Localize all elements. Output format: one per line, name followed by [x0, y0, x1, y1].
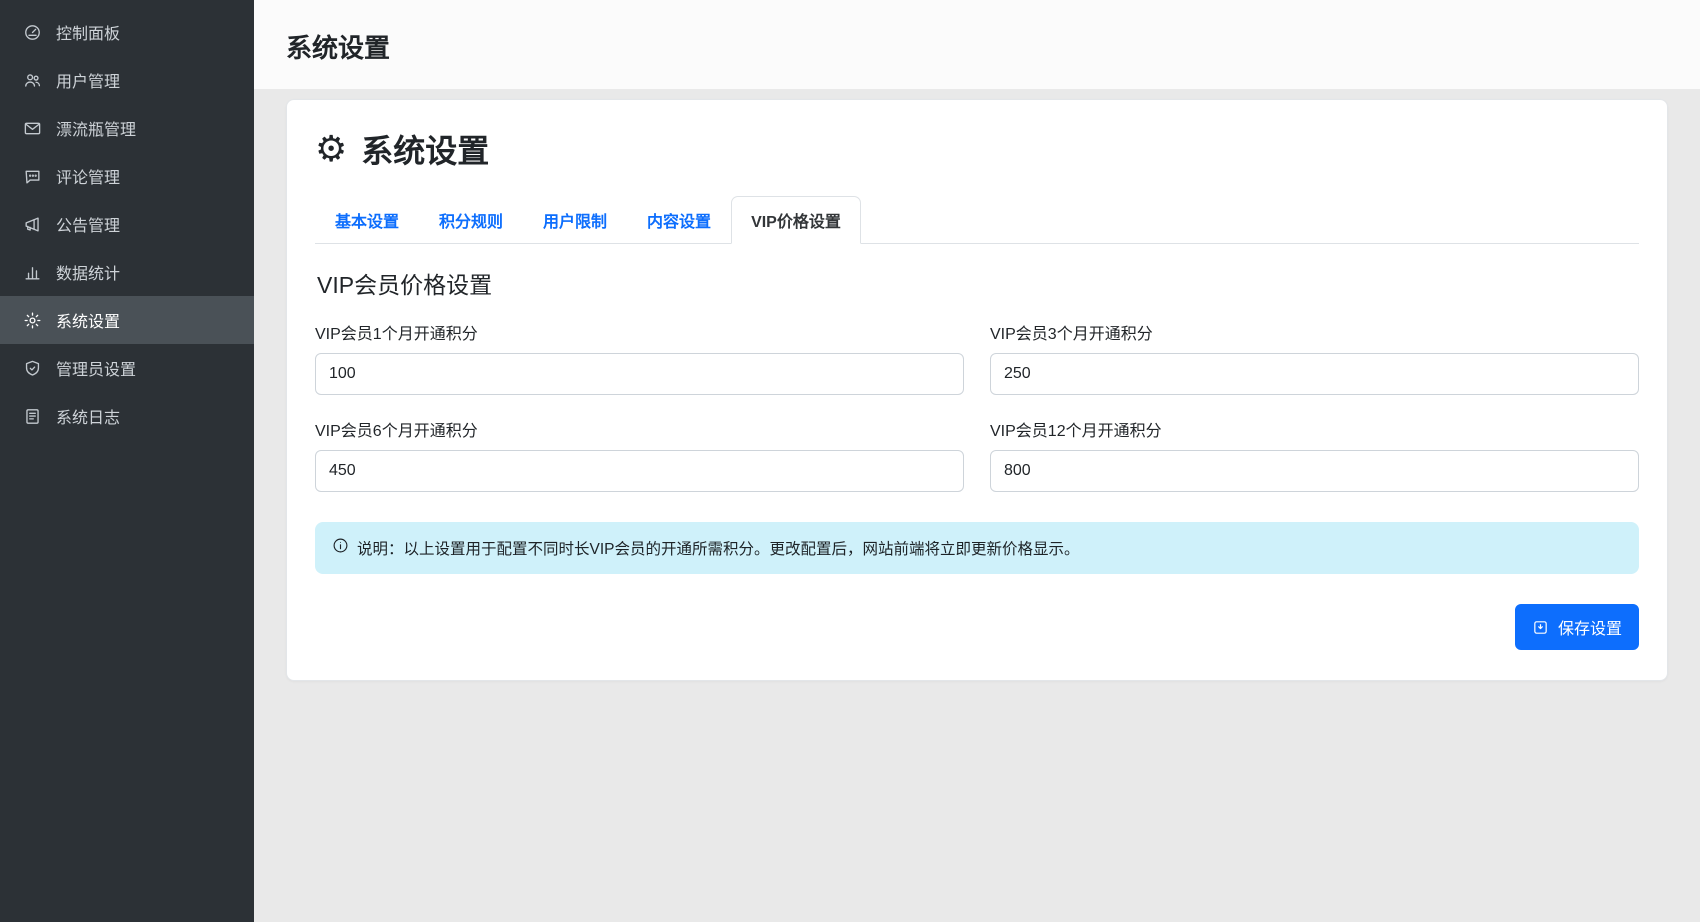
section-title: VIP会员价格设置 [317, 266, 1639, 300]
field-vip-6-month: VIP会员6个月开通积分 [315, 417, 964, 492]
gear-icon [22, 310, 42, 330]
save-button-label: 保存设置 [1558, 615, 1622, 639]
field-label: VIP会员6个月开通积分 [315, 417, 964, 441]
tab-basic-settings[interactable]: 基本设置 [315, 196, 419, 244]
content-area: ⚙ 系统设置 基本设置 积分规则 用户限制 内容设置 VIP价格设置 VIP会员… [254, 89, 1700, 922]
chart-icon [22, 262, 42, 282]
sidebar-item-comments[interactable]: 评论管理 [0, 152, 254, 200]
field-vip-12-month: VIP会员12个月开通积分 [990, 417, 1639, 492]
tab-content-settings[interactable]: 内容设置 [627, 196, 731, 244]
sidebar-item-bottles[interactable]: 漂流瓶管理 [0, 104, 254, 152]
sidebar-item-label: 控制面板 [56, 20, 120, 44]
field-label: VIP会员1个月开通积分 [315, 320, 964, 344]
topbar: 系统设置 [254, 0, 1700, 89]
field-vip-3-month: VIP会员3个月开通积分 [990, 320, 1639, 395]
sidebar-item-label: 公告管理 [56, 212, 120, 236]
vip-1-month-input[interactable] [315, 353, 964, 395]
sidebar-item-users[interactable]: 用户管理 [0, 56, 254, 104]
dashboard-icon [22, 22, 42, 42]
sidebar-item-system-settings[interactable]: 系统设置 [0, 296, 254, 344]
sidebar-item-label: 用户管理 [56, 68, 120, 92]
envelope-icon [22, 118, 42, 138]
comment-icon [22, 166, 42, 186]
sidebar-item-label: 漂流瓶管理 [56, 116, 136, 140]
vip-3-month-input[interactable] [990, 353, 1639, 395]
sidebar-item-statistics[interactable]: 数据统计 [0, 248, 254, 296]
sidebar-item-label: 系统设置 [56, 308, 120, 332]
save-settings-button[interactable]: 保存设置 [1515, 604, 1639, 650]
sidebar-item-system-log[interactable]: 系统日志 [0, 392, 254, 440]
vip-12-month-input[interactable] [990, 450, 1639, 492]
card-header: ⚙ 系统设置 [315, 126, 1639, 172]
settings-card: ⚙ 系统设置 基本设置 积分规则 用户限制 内容设置 VIP价格设置 VIP会员… [286, 99, 1668, 681]
main-area: 系统设置 ⚙ 系统设置 基本设置 积分规则 用户限制 内容设置 VIP价格设置 … [254, 0, 1700, 922]
info-alert: 说明：以上设置用于配置不同时长VIP会员的开通所需积分。更改配置后，网站前端将立… [315, 522, 1639, 574]
sidebar: 控制面板 用户管理 漂流瓶管理 评论管理 公告管理 数据统计 系 [0, 0, 254, 922]
page-title: 系统设置 [286, 28, 1668, 65]
vip-6-month-input[interactable] [315, 450, 964, 492]
vip-price-form: VIP会员1个月开通积分 VIP会员3个月开通积分 VIP会员6个月开通积分 V… [315, 320, 1639, 492]
users-icon [22, 70, 42, 90]
settings-tabs: 基本设置 积分规则 用户限制 内容设置 VIP价格设置 [315, 196, 1639, 244]
shield-icon [22, 358, 42, 378]
tab-vip-price-settings[interactable]: VIP价格设置 [731, 196, 861, 244]
card-title: 系统设置 [361, 126, 489, 172]
tab-points-rules[interactable]: 积分规则 [419, 196, 523, 244]
save-icon [1532, 619, 1549, 636]
field-label: VIP会员12个月开通积分 [990, 417, 1639, 441]
sidebar-item-dashboard[interactable]: 控制面板 [0, 8, 254, 56]
card-actions: 保存设置 [315, 604, 1639, 650]
field-vip-1-month: VIP会员1个月开通积分 [315, 320, 964, 395]
megaphone-icon [22, 214, 42, 234]
sidebar-item-announcements[interactable]: 公告管理 [0, 200, 254, 248]
tab-user-limits[interactable]: 用户限制 [523, 196, 627, 244]
info-icon [332, 537, 349, 559]
info-alert-text: 说明：以上设置用于配置不同时长VIP会员的开通所需积分。更改配置后，网站前端将立… [357, 537, 1080, 559]
field-label: VIP会员3个月开通积分 [990, 320, 1639, 344]
sidebar-item-admin-settings[interactable]: 管理员设置 [0, 344, 254, 392]
sidebar-item-label: 数据统计 [56, 260, 120, 284]
sidebar-item-label: 系统日志 [56, 404, 120, 428]
sidebar-item-label: 管理员设置 [56, 356, 136, 380]
journal-icon [22, 406, 42, 426]
gear-icon: ⚙ [315, 131, 347, 167]
sidebar-item-label: 评论管理 [56, 164, 120, 188]
